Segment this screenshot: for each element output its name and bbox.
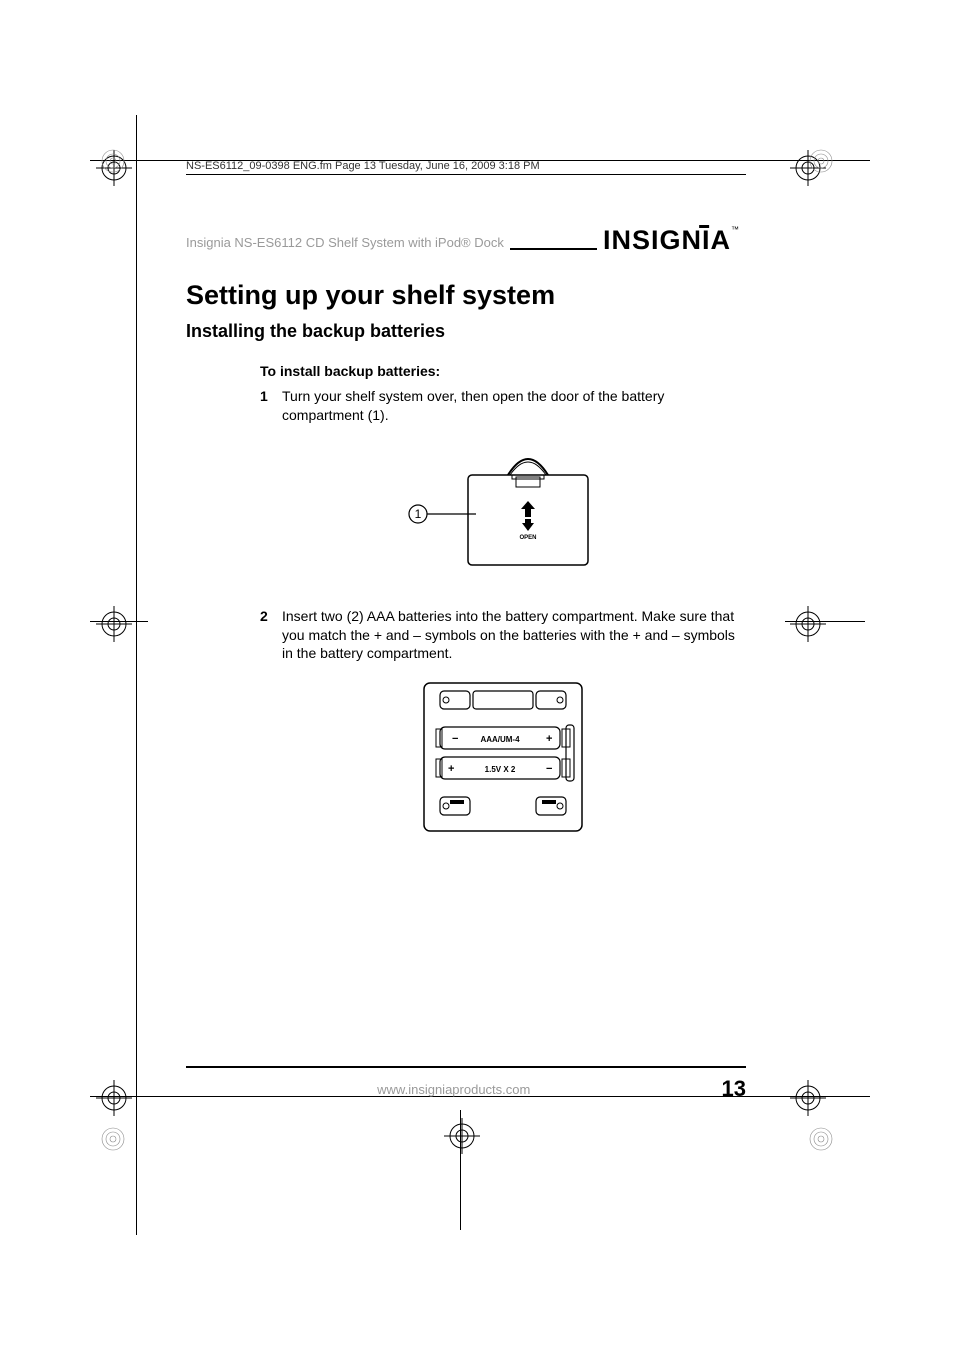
footer-url: www.insigniaproducts.com: [186, 1082, 722, 1097]
open-label: OPEN: [519, 535, 536, 541]
step-text: Insert two (2) AAA batteries into the ba…: [282, 607, 746, 664]
color-rosette-icon: [100, 148, 126, 174]
registration-mark-icon: [96, 606, 132, 642]
svg-text:−: −: [546, 763, 552, 775]
figure-battery-door: 1 OPEN: [260, 439, 746, 579]
battery-voltage-label: 1.5V X 2: [485, 765, 516, 774]
registration-mark-icon: [790, 606, 826, 642]
step-1: 1 Turn your shelf system over, then open…: [260, 387, 746, 425]
running-header: Insignia NS-ES6112 CD Shelf System with …: [186, 235, 504, 256]
step-text: Turn your shelf system over, then open t…: [282, 387, 746, 425]
registration-mark-icon: [790, 1080, 826, 1116]
page-title: Setting up your shelf system: [186, 280, 746, 311]
registration-mark-icon: [444, 1118, 480, 1154]
step-number: 2: [260, 607, 282, 664]
svg-text:+: +: [448, 763, 454, 775]
color-rosette-icon: [100, 1126, 126, 1152]
step-number: 1: [260, 387, 282, 425]
callout-number: 1: [415, 507, 422, 521]
procedure-heading: To install backup batteries:: [260, 362, 746, 381]
page-number: 13: [722, 1076, 746, 1102]
brand-logo: ▬ INSIGNIA™: [603, 225, 746, 256]
color-rosette-icon: [808, 1126, 834, 1152]
figure-battery-compartment: − AAA/UM-4 + + 1.5V X 2 −: [260, 677, 746, 837]
page-slug: NS-ES6112_09-0398 ENG.fm Page 13 Tuesday…: [186, 160, 746, 175]
battery-type-label: AAA/UM-4: [480, 735, 520, 744]
step-2: 2 Insert two (2) AAA batteries into the …: [260, 607, 746, 664]
header-rule: [510, 248, 597, 250]
section-heading: Installing the backup batteries: [186, 321, 746, 342]
svg-text:+: +: [546, 733, 552, 745]
svg-text:−: −: [452, 733, 458, 745]
registration-mark-icon: [96, 1080, 132, 1116]
color-rosette-icon: [808, 148, 834, 174]
